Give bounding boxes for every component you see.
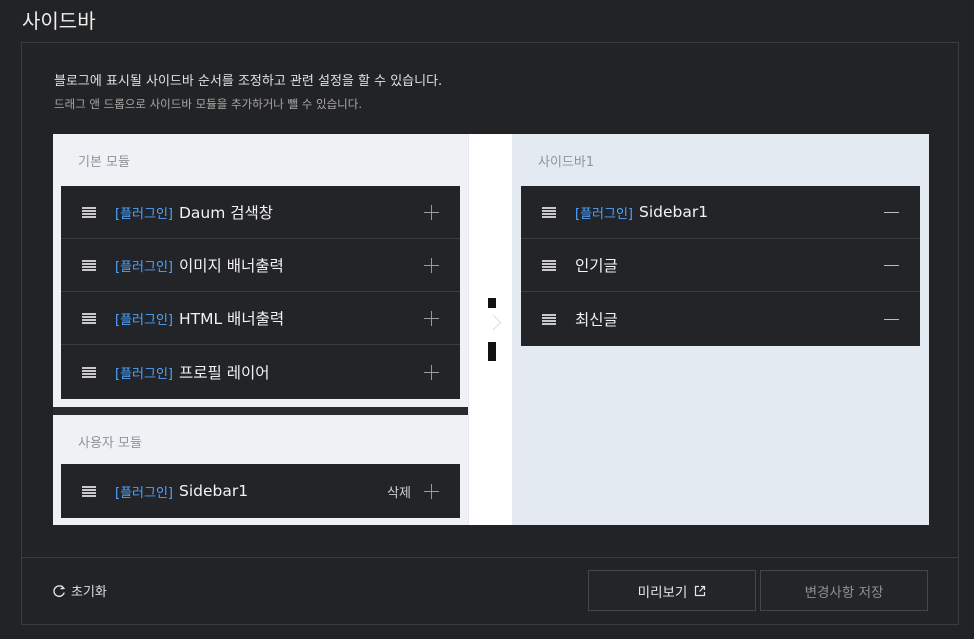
- sidebar-editor: 기본 모듈 [플러그인] Daum 검색창 [플러그인] 이미지 배너출력 [플…: [53, 134, 929, 525]
- sidebar-module-item[interactable]: 인기글: [521, 239, 920, 292]
- module-name: 인기글: [575, 257, 618, 275]
- preview-button[interactable]: 미리보기: [588, 570, 756, 611]
- divider-marker: [488, 298, 496, 308]
- plugin-tag: [플러그인]: [115, 485, 173, 501]
- basic-module-list: [플러그인] Daum 검색창 [플러그인] 이미지 배너출력 [플러그인] H…: [61, 186, 460, 399]
- drag-handle-icon[interactable]: [82, 207, 96, 218]
- basic-modules-label: 기본 모듈: [78, 155, 130, 170]
- module-item[interactable]: [플러그인] Sidebar1 삭제: [61, 464, 460, 518]
- external-link-icon: [695, 585, 706, 596]
- drag-handle-icon[interactable]: [82, 313, 96, 324]
- add-icon[interactable]: [424, 205, 439, 220]
- module-item[interactable]: [플러그인] 프로필 레이어: [61, 345, 460, 399]
- page-title: 사이드바: [22, 9, 96, 33]
- drag-handle-icon[interactable]: [82, 260, 96, 271]
- sidebar-module-item[interactable]: [플러그인] Sidebar1: [521, 186, 920, 239]
- drag-handle-icon[interactable]: [542, 314, 556, 325]
- preview-label: 미리보기: [637, 584, 688, 601]
- basic-modules-box: 기본 모듈 [플러그인] Daum 검색창 [플러그인] 이미지 배너출력 [플…: [53, 134, 468, 407]
- delete-module-link[interactable]: 삭제: [387, 482, 411, 501]
- user-modules-box: 사용자 모듈 [플러그인] Sidebar1 삭제: [53, 415, 468, 525]
- save-label: 변경사항 저장: [804, 584, 884, 601]
- footer-divider: [22, 557, 958, 558]
- refresh-icon: [53, 584, 66, 597]
- module-item[interactable]: [플러그인] 이미지 배너출력: [61, 239, 460, 292]
- reset-label: 초기화: [71, 585, 107, 600]
- drag-handle-icon[interactable]: [542, 260, 556, 271]
- user-module-list: [플러그인] Sidebar1 삭제: [61, 464, 460, 518]
- drop-divider: [468, 134, 513, 525]
- add-icon[interactable]: [424, 365, 439, 380]
- drag-handle-icon[interactable]: [542, 207, 556, 218]
- remove-icon[interactable]: [884, 212, 899, 214]
- chevron-right-icon: [488, 312, 496, 338]
- module-item[interactable]: [플러그인] HTML 배너출력: [61, 292, 460, 345]
- module-name: 프로필 레이어: [179, 364, 270, 382]
- sidebar1-module-list: [플러그인] Sidebar1 인기글 최신글: [521, 186, 920, 346]
- add-icon[interactable]: [424, 258, 439, 273]
- sidebar1-column: 사이드바1 [플러그인] Sidebar1 인기글 최신글: [513, 134, 929, 525]
- module-column: 기본 모듈 [플러그인] Daum 검색창 [플러그인] 이미지 배너출력 [플…: [53, 134, 468, 525]
- plugin-tag: [플러그인]: [115, 312, 173, 328]
- plugin-tag: [플러그인]: [115, 259, 173, 275]
- description-sub: 드래그 앤 드롭으로 사이드바 모듈을 추가하거나 뺄 수 있습니다.: [54, 97, 362, 111]
- save-changes-button[interactable]: 변경사항 저장: [760, 570, 928, 611]
- drag-handle-icon[interactable]: [82, 486, 96, 497]
- drag-handle-icon[interactable]: [82, 367, 96, 378]
- module-name: 이미지 배너출력: [179, 257, 284, 275]
- divider-marker: [488, 342, 496, 361]
- remove-icon[interactable]: [884, 265, 899, 267]
- module-name: Daum 검색창: [179, 204, 274, 222]
- description-main: 블로그에 표시될 사이드바 순서를 조정하고 관련 설정을 할 수 있습니다.: [54, 74, 443, 89]
- add-icon[interactable]: [424, 311, 439, 326]
- sidebar-module-item[interactable]: 최신글: [521, 292, 920, 346]
- module-name: Sidebar1: [179, 482, 249, 500]
- sidebar1-label: 사이드바1: [538, 155, 595, 170]
- add-icon[interactable]: [424, 484, 439, 499]
- sidebar-settings-panel: 블로그에 표시될 사이드바 순서를 조정하고 관련 설정을 할 수 있습니다. …: [21, 42, 959, 625]
- plugin-tag: [플러그인]: [575, 206, 633, 222]
- module-item[interactable]: [플러그인] Daum 검색창: [61, 186, 460, 239]
- plugin-tag: [플러그인]: [115, 366, 173, 382]
- remove-icon[interactable]: [884, 319, 899, 321]
- module-name: HTML 배너출력: [179, 310, 285, 328]
- user-modules-label: 사용자 모듈: [78, 436, 142, 451]
- module-name: 최신글: [575, 311, 618, 329]
- module-name: Sidebar1: [639, 203, 709, 221]
- plugin-tag: [플러그인]: [115, 206, 173, 222]
- reset-button[interactable]: 초기화: [52, 581, 107, 600]
